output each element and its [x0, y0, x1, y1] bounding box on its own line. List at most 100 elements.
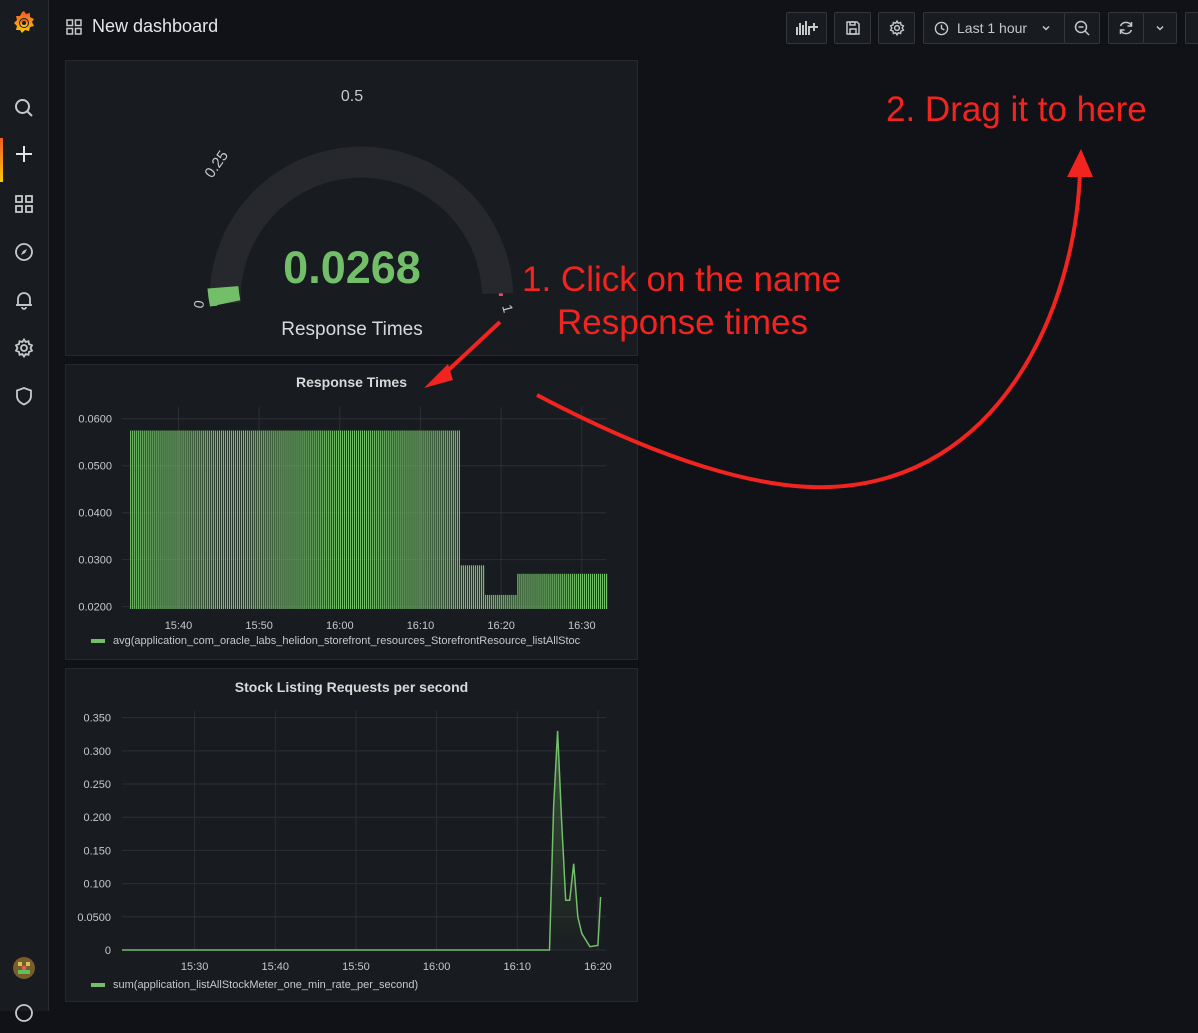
bar: [438, 430, 440, 609]
bar: [317, 430, 319, 609]
stock-listing-panel[interactable]: Stock Listing Requests per second 0 0.050…: [65, 668, 638, 1002]
shield-icon[interactable]: [0, 376, 48, 416]
bar: [216, 430, 218, 609]
bar: [240, 430, 243, 609]
bar: [261, 430, 263, 609]
bar: [573, 573, 575, 609]
bar: [418, 430, 420, 609]
grafana-logo-icon[interactable]: [0, 2, 48, 42]
bar: [392, 430, 394, 609]
bar: [313, 430, 315, 609]
bar: [489, 594, 491, 609]
legend-label: sum(application_listAllStockMeter_one_mi…: [113, 979, 419, 991]
bar: [589, 573, 592, 609]
bar: [251, 430, 253, 609]
chart-legend[interactable]: avg(application_com_oracle_labs_helidon_…: [91, 635, 631, 647]
bar: [349, 430, 352, 609]
panel-title-stock-listing[interactable]: Stock Listing Requests per second: [66, 679, 637, 695]
bar: [357, 430, 360, 609]
x-tick-label: 15:40: [262, 961, 290, 973]
bar: [511, 594, 513, 609]
bar: [184, 430, 186, 609]
view-mode-button[interactable]: [1185, 12, 1198, 44]
bar: [521, 573, 523, 609]
bar: [448, 430, 450, 609]
bar: [428, 430, 430, 609]
y-tick-label: 0.0500: [77, 912, 111, 924]
bar: [273, 430, 275, 609]
dashboard-title[interactable]: New dashboard: [66, 16, 218, 37]
bar: [265, 430, 267, 609]
bar: [255, 430, 257, 609]
x-tick-label: 16:10: [504, 961, 532, 973]
save-dashboard-button[interactable]: [834, 12, 871, 44]
bar: [501, 594, 503, 609]
dashboard-settings-button[interactable]: [878, 12, 915, 44]
chevron-down-icon: [1042, 25, 1050, 31]
bar: [204, 430, 206, 609]
annotation-step1: 1. Click on the name Response times: [522, 258, 841, 344]
bar: [130, 430, 132, 609]
dashboard-grid-icon: [66, 18, 82, 35]
zoom-out-icon: [1074, 20, 1090, 36]
bar: [422, 430, 424, 609]
avatar[interactable]: [0, 948, 48, 988]
bar: [186, 430, 188, 609]
bar: [180, 430, 182, 609]
add-panel-button[interactable]: [786, 12, 827, 44]
bar: [170, 430, 172, 609]
compass-icon[interactable]: [0, 232, 48, 272]
bar: [537, 573, 539, 609]
bar: [404, 430, 406, 609]
bar: [364, 430, 366, 609]
arrowhead: [1067, 149, 1093, 177]
bell-icon[interactable]: [0, 280, 48, 320]
gauge-tick-label: 1: [499, 303, 517, 315]
search-icon[interactable]: [0, 88, 48, 128]
x-tick-label: 16:20: [487, 620, 515, 632]
clock-icon: [934, 21, 949, 35]
time-range-picker[interactable]: Last 1 hour: [923, 12, 1065, 44]
bar: [325, 430, 327, 609]
panel-title-response-times[interactable]: Response Times: [66, 374, 637, 390]
bar: [440, 430, 442, 609]
bar: [160, 430, 162, 609]
bar: [432, 430, 434, 609]
bar: [212, 430, 214, 609]
gear-icon[interactable]: [0, 328, 48, 368]
bar: [601, 573, 604, 609]
bar: [493, 594, 495, 609]
bar: [230, 430, 233, 609]
y-tick-label: 0.0400: [78, 508, 112, 520]
refresh-button[interactable]: [1108, 12, 1144, 44]
bar: [591, 573, 594, 609]
bar: [491, 594, 493, 609]
dashboards-icon[interactable]: [0, 184, 48, 224]
bar: [394, 430, 396, 609]
bar: [166, 430, 168, 609]
bar: [200, 430, 202, 609]
bar: [359, 430, 362, 609]
bar: [472, 565, 475, 609]
bar: [476, 565, 479, 609]
bar: [434, 430, 436, 609]
bar: [553, 573, 555, 609]
bar: [519, 573, 521, 609]
bar: [206, 430, 208, 609]
bar: [140, 430, 142, 609]
refresh-interval-dropdown[interactable]: [1143, 12, 1177, 44]
bar: [303, 430, 305, 609]
response-times-panel[interactable]: Response Times 0.0200 0.0300 0.0400 0.0500 0…: [65, 364, 638, 660]
legend-label: avg(application_com_oracle_labs_helidon_…: [113, 635, 581, 647]
bar: [150, 430, 152, 609]
bar: [549, 573, 551, 609]
bar: [146, 430, 148, 609]
plus-icon[interactable]: [0, 134, 48, 182]
bar: [505, 594, 507, 609]
x-tick-label: 15:30: [181, 961, 209, 973]
bar: [267, 430, 269, 609]
help-icon[interactable]: [0, 993, 48, 1033]
y-tick-label: 0.100: [83, 879, 111, 891]
zoom-out-button[interactable]: [1064, 12, 1100, 44]
chart-legend[interactable]: sum(application_listAllStockMeter_one_mi…: [91, 979, 631, 991]
